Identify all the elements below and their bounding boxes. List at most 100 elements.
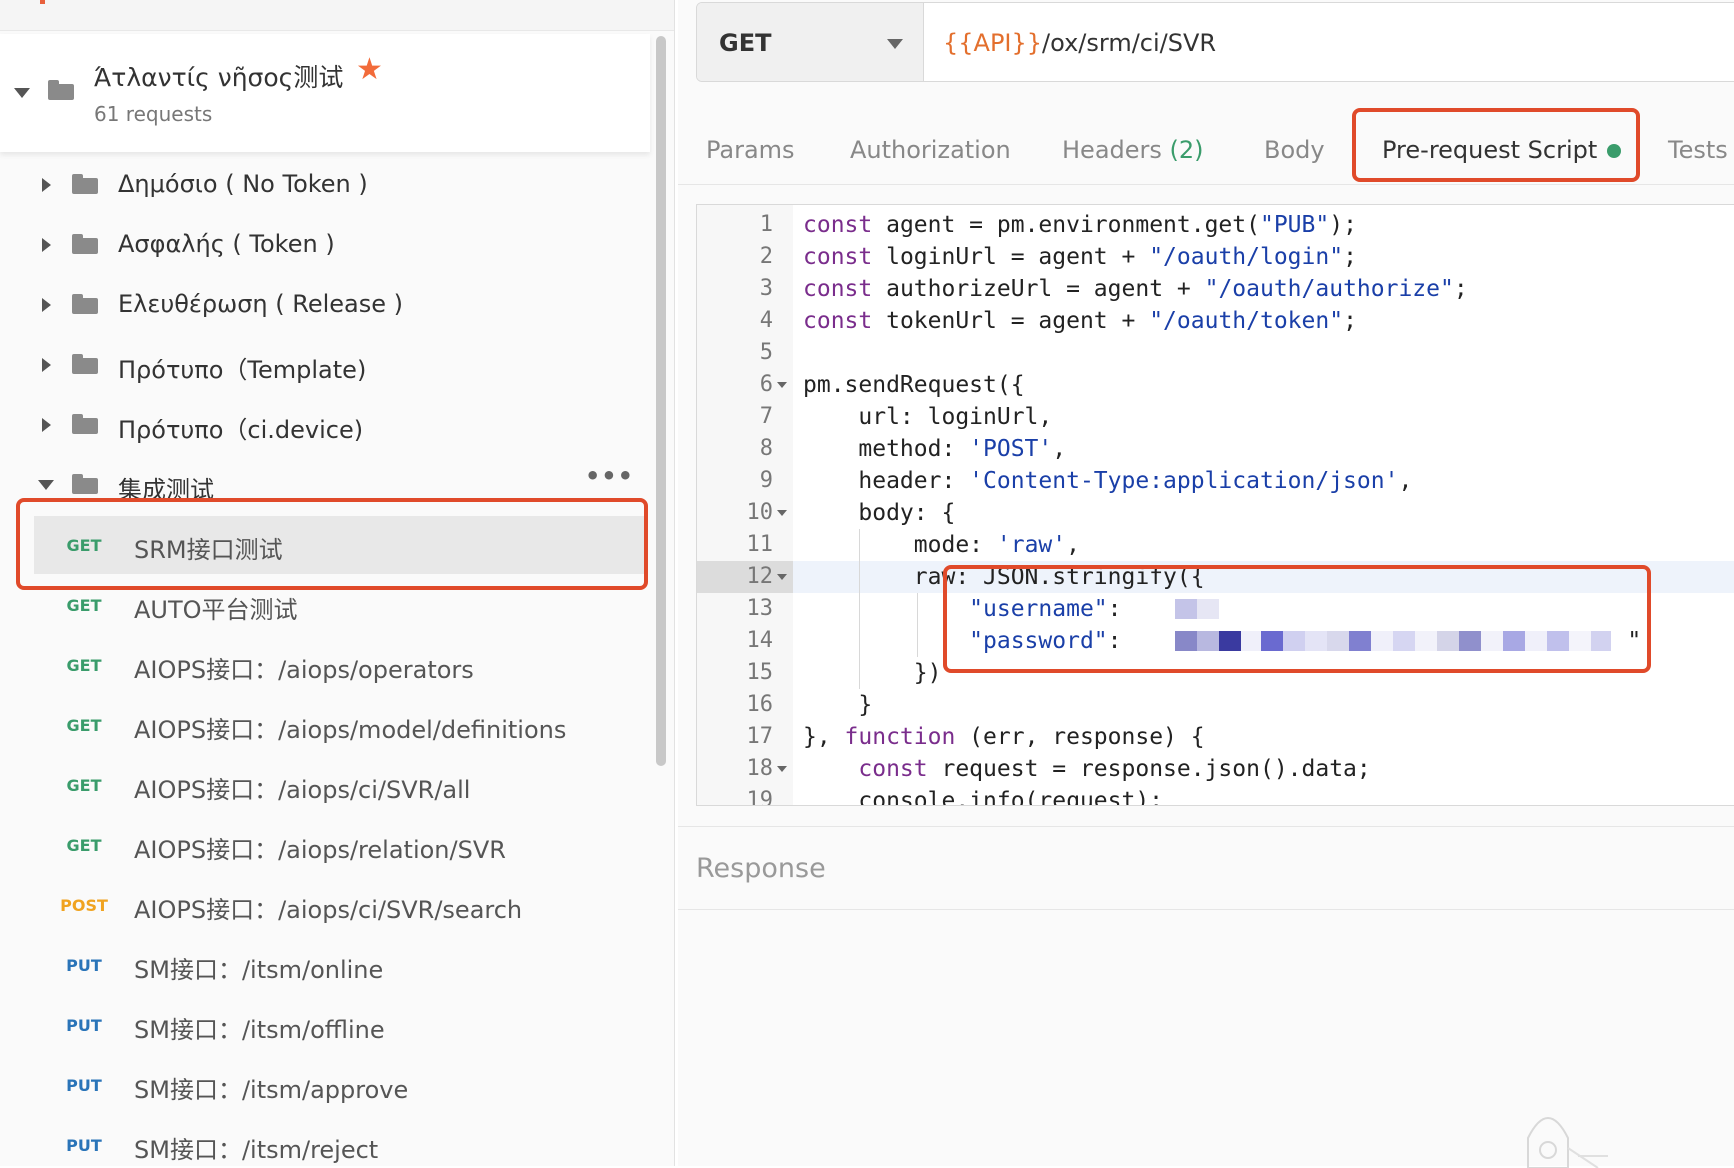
method-badge: GET <box>66 656 102 675</box>
more-options-icon[interactable]: ••• <box>585 462 634 490</box>
line-number: 18 <box>746 756 774 781</box>
folder-name: Πρότυπο（Template) <box>118 356 367 384</box>
code-line: pm.sendRequest({ <box>803 372 1025 398</box>
request-panel: GET {{API}}/ox/srm/ci/SVR Params Authori… <box>678 0 1734 1168</box>
code-line: const loginUrl = agent + "/oauth/login"; <box>803 244 1357 270</box>
tab-params[interactable]: Params <box>706 136 795 164</box>
collection-name: Άτλαντίς νῆσος测试 <box>94 63 344 92</box>
fold-icon[interactable] <box>777 574 787 580</box>
tab-label: Authorization <box>850 136 1011 164</box>
chevron-right-icon <box>42 178 51 192</box>
line-number: 11 <box>746 532 774 557</box>
tab-tests[interactable]: Tests <box>1668 136 1728 164</box>
line-number: 16 <box>746 692 774 717</box>
line-number: 19 <box>746 788 774 806</box>
method-badge: PUT <box>66 1076 102 1095</box>
request-item[interactable]: GET AIOPS接口：/aiops/model/definitions <box>34 696 644 754</box>
request-item[interactable]: POST AIOPS接口：/aiops/ci/SVR/search <box>34 876 644 934</box>
folder-name: Δημόσιο ( No Token ) <box>118 170 368 198</box>
fold-icon[interactable] <box>777 510 787 516</box>
tab-body[interactable]: Body <box>1264 136 1325 164</box>
line-number: 2 <box>759 244 773 269</box>
request-item[interactable]: GET AIOPS接口：/aiops/operators <box>34 636 644 694</box>
code-line: body: { <box>803 500 956 526</box>
request-tabs: Params Authorization Headers (2) Body Pr… <box>678 104 1734 185</box>
method-badge: GET <box>66 716 102 735</box>
chevron-right-icon <box>42 298 51 312</box>
top-mark <box>40 0 45 4</box>
request-item[interactable]: PUT SM接口：/itsm/reject <box>34 1116 644 1166</box>
sidebar-scrollbar[interactable] <box>656 36 666 766</box>
url-input[interactable]: {{API}}/ox/srm/ci/SVR <box>943 29 1216 57</box>
method-select[interactable]: GET <box>697 3 924 81</box>
chevron-right-icon <box>42 238 51 252</box>
request-item[interactable]: GET AIOPS接口：/aiops/ci/SVR/all <box>34 756 644 814</box>
url-variable: {{API}} <box>943 29 1043 57</box>
code-line: method: 'POST', <box>803 436 1067 462</box>
chevron-down-icon <box>38 480 54 490</box>
request-name: SM接口：/itsm/approve <box>134 1076 409 1104</box>
chevron-down-icon <box>887 39 903 49</box>
method-value: GET <box>719 29 772 57</box>
sidebar-folder-ci-device[interactable]: Πρότυπο（ci.device) <box>0 398 650 452</box>
folder-name: Ελευθέρωση ( Release ) <box>118 290 404 318</box>
request-item[interactable]: PUT SM接口：/itsm/online <box>34 936 644 994</box>
request-name: AIOPS接口：/aiops/model/definitions <box>134 716 567 744</box>
sidebar-folder-public[interactable]: Δημόσιο ( No Token ) <box>0 158 650 212</box>
star-icon[interactable]: ★ <box>356 52 383 87</box>
chevron-down-icon[interactable] <box>14 88 30 98</box>
url-bar: GET {{API}}/ox/srm/ci/SVR <box>696 2 1734 82</box>
fold-icon[interactable] <box>777 382 787 388</box>
code-line: header: 'Content-Type:application/json', <box>803 468 1413 494</box>
request-name: AIOPS接口：/aiops/ci/SVR/search <box>134 896 523 924</box>
request-name: AUTO平台测试 <box>134 596 298 624</box>
headers-count: (2) <box>1169 136 1204 164</box>
code-line: console.info(request); <box>803 788 1164 806</box>
method-badge: PUT <box>66 956 102 975</box>
request-item[interactable]: PUT SM接口：/itsm/approve <box>34 1056 644 1114</box>
line-number: 9 <box>759 468 773 493</box>
line-number: 12 <box>746 564 774 589</box>
script-editor[interactable]: 1 2 3 4 5 6 7 8 9 10 11 12 13 14 15 16 1… <box>696 204 1734 806</box>
response-header[interactable]: Response <box>678 826 1734 910</box>
method-badge: GET <box>66 596 102 615</box>
folder-name: Ασφαλής ( Token ) <box>118 230 335 258</box>
line-number: 15 <box>746 660 774 685</box>
line-number: 5 <box>759 340 773 365</box>
code-line: } <box>803 692 873 718</box>
line-number: 3 <box>759 276 773 301</box>
highlight-box <box>1352 108 1640 182</box>
method-badge: GET <box>66 776 102 795</box>
request-name: SM接口：/itsm/reject <box>134 1136 379 1164</box>
fold-icon[interactable] <box>777 766 787 772</box>
code-line: const request = response.json().data; <box>803 756 1371 782</box>
request-item[interactable]: GET AIOPS接口：/aiops/relation/SVR <box>34 816 644 874</box>
request-name: SM接口：/itsm/offline <box>134 1016 385 1044</box>
chevron-right-icon <box>42 418 51 432</box>
line-number: 4 <box>759 308 773 333</box>
tab-label: Headers <box>1062 136 1162 164</box>
line-number: 10 <box>746 500 774 525</box>
response-label: Response <box>696 853 826 884</box>
line-number: 7 <box>759 404 773 429</box>
tab-label: Body <box>1264 136 1325 164</box>
sidebar-folder-template[interactable]: Πρότυπο（Template) <box>0 338 650 392</box>
folder-icon <box>72 234 98 254</box>
tab-label: Tests <box>1668 136 1728 164</box>
sidebar-folder-secure[interactable]: Ασφαλής ( Token ) <box>0 218 650 272</box>
sidebar-folder-release[interactable]: Ελευθέρωση ( Release ) <box>0 278 650 332</box>
request-item[interactable]: PUT SM接口：/itsm/offline <box>34 996 644 1054</box>
highlight-box <box>16 498 648 590</box>
tab-authorization[interactable]: Authorization <box>850 136 1011 164</box>
collection-header[interactable]: Άτλαντίς νῆσος测试 ★ 61 requests <box>0 34 650 152</box>
code-line: const authorizeUrl = agent + "/oauth/aut… <box>803 276 1468 302</box>
chevron-right-icon <box>42 358 51 372</box>
tab-headers[interactable]: Headers (2) <box>1062 136 1204 164</box>
code-line: const tokenUrl = agent + "/oauth/token"; <box>803 308 1357 334</box>
tab-label: Params <box>706 136 795 164</box>
request-name: AIOPS接口：/aiops/operators <box>134 656 474 684</box>
folder-icon <box>72 174 98 194</box>
folder-icon <box>72 354 98 374</box>
folder-icon <box>72 474 98 494</box>
method-badge: PUT <box>66 1016 102 1035</box>
